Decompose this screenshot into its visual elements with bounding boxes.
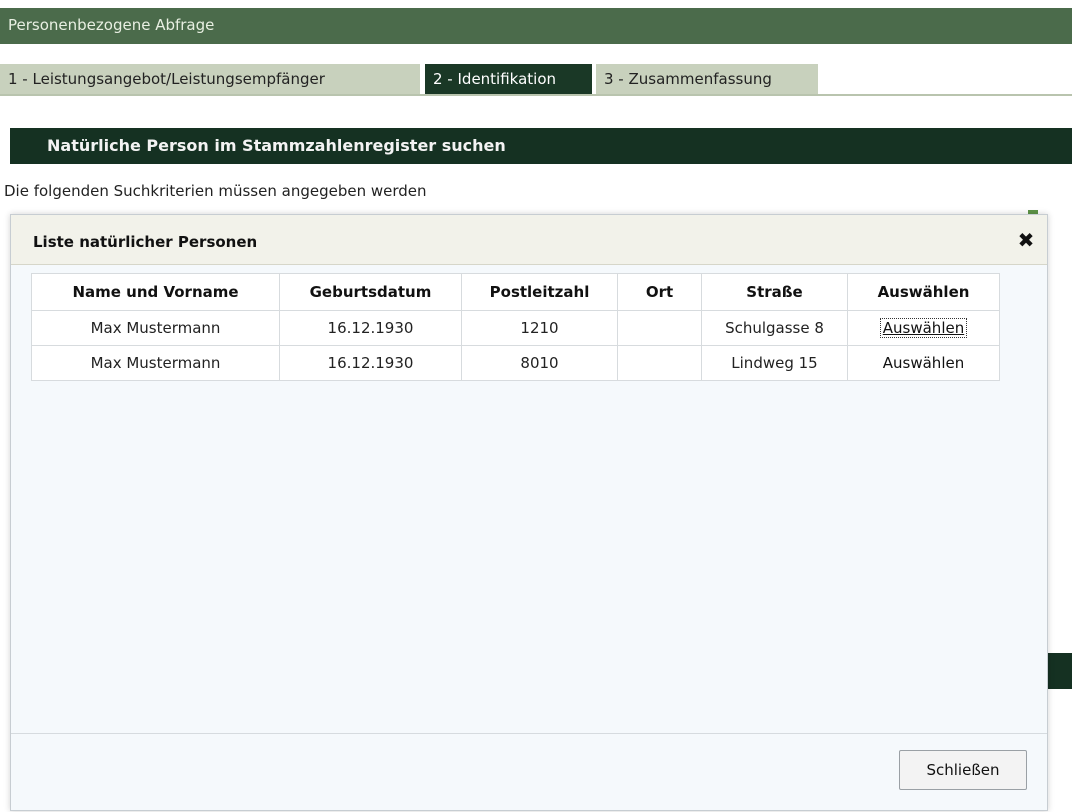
table-row: Max Mustermann 16.12.1930 1210 Schulgass…	[31, 310, 1000, 346]
cell-birthdate: 16.12.1930	[279, 345, 462, 381]
column-header-street: Straße	[701, 273, 848, 311]
app-title: Personenbezogene Abfrage	[8, 16, 215, 34]
cell-zip: 8010	[461, 345, 618, 381]
dialog-titlebar: Liste natürlicher Personen ✖	[11, 215, 1047, 265]
cell-city	[617, 345, 702, 381]
tab-leistungsangebot[interactable]: 1 - Leistungsangebot/Leistungsempfänger	[0, 64, 420, 94]
search-hint: Die folgenden Suchkriterien müssen angeg…	[4, 182, 427, 200]
cell-name: Max Mustermann	[31, 310, 280, 346]
close-button[interactable]: Schließen	[899, 750, 1027, 790]
cell-select: Auswählen	[847, 310, 1000, 346]
table-row: Max Mustermann 16.12.1930 8010 Lindweg 1…	[31, 345, 1000, 381]
column-header-zip: Postleitzahl	[461, 273, 618, 311]
cell-birthdate: 16.12.1930	[279, 310, 462, 346]
tab-identifikation[interactable]: 2 - Identifikation	[425, 64, 592, 94]
cell-street: Lindweg 15	[701, 345, 848, 381]
app-header: Personenbezogene Abfrage	[0, 8, 1072, 44]
dialog-footer: Schließen	[11, 733, 1047, 812]
background-section-bar	[1048, 653, 1072, 689]
column-header-birthdate: Geburtsdatum	[279, 273, 462, 311]
column-header-name: Name und Vorname	[31, 273, 280, 311]
column-header-city: Ort	[617, 273, 702, 311]
person-list-dialog: Liste natürlicher Personen ✖ Name und Vo…	[10, 214, 1048, 811]
table-header-row: Name und Vorname Geburtsdatum Postleitza…	[31, 273, 1000, 311]
person-results-table: Name und Vorname Geburtsdatum Postleitza…	[31, 273, 1000, 381]
dialog-title: Liste natürlicher Personen	[33, 233, 258, 251]
select-link[interactable]: Auswählen	[879, 318, 968, 338]
tab-zusammenfassung[interactable]: 3 - Zusammenfassung	[596, 64, 818, 94]
close-x-icon[interactable]: ✖	[1015, 229, 1037, 251]
cell-zip: 1210	[461, 310, 618, 346]
cell-street: Schulgasse 8	[701, 310, 848, 346]
section-title: Natürliche Person im Stammzahlenregister…	[10, 128, 1072, 164]
cell-select: Auswählen	[847, 345, 1000, 381]
cell-name: Max Mustermann	[31, 345, 280, 381]
wizard-tabs: 1 - Leistungsangebot/Leistungsempfänger …	[0, 64, 1072, 96]
column-header-select: Auswählen	[847, 273, 1000, 311]
cell-city	[617, 310, 702, 346]
select-link[interactable]: Auswählen	[881, 354, 966, 372]
